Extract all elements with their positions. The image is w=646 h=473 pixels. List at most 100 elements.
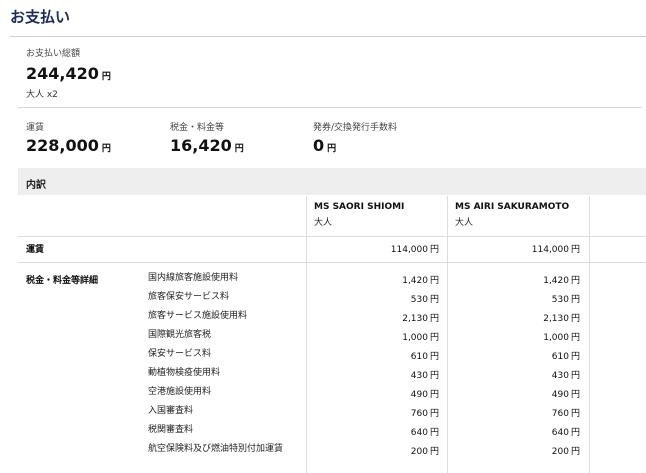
tax-value: 640 [551, 428, 569, 438]
tax-item-name: 空港施設使用料 [148, 387, 212, 397]
tax-item-name: 動植物検疫使用料 [148, 368, 221, 378]
tax-item-passenger-2: 200 円 [552, 444, 580, 457]
currency: 円 [429, 371, 439, 381]
currency: 円 [570, 409, 580, 419]
tax-item-passenger-2: 2,130 円 [543, 311, 580, 324]
tax-details-label: 税金・料金等詳細 [26, 276, 99, 286]
tax-value: 1,000 [543, 333, 569, 343]
currency: 円 [570, 447, 580, 457]
tax-item-passenger-1: 530 円 [411, 292, 439, 305]
column-divider [447, 196, 448, 473]
total-amount-value: 244,420 [26, 64, 99, 83]
tax-item-name: 入国審査料 [148, 406, 194, 416]
tax-value: 490 [551, 390, 569, 400]
tax-value: 200 [410, 447, 428, 457]
currency: 円 [570, 333, 580, 343]
currency: 円 [429, 245, 439, 255]
fare-value: 114,000 [531, 245, 569, 255]
currency: 円 [429, 428, 439, 438]
currency: 円 [429, 447, 439, 457]
tax-summary-value: 16,420 [170, 136, 232, 155]
fare-value: 114,000 [390, 245, 428, 255]
fare-passenger-1: 114,000 円 [391, 242, 439, 255]
fare-passenger-2: 114,000 円 [532, 242, 580, 255]
tax-summary-currency: 円 [234, 144, 244, 154]
tax-summary-label: 税金・料金等 [170, 123, 225, 133]
passenger-2-name: MS AIRI SAKURAMOTO [455, 202, 570, 212]
tax-value: 610 [551, 352, 569, 362]
breakdown-title: 内訳 [26, 180, 46, 191]
tax-item-passenger-1: 640 円 [411, 425, 439, 438]
tax-item-passenger-1: 200 円 [411, 444, 439, 457]
passenger-2-type: 大人 [455, 218, 474, 228]
fare-summary-currency: 円 [101, 144, 111, 154]
tax-value: 490 [410, 390, 428, 400]
tax-value: 1,000 [402, 333, 428, 343]
tax-value: 530 [410, 295, 428, 305]
passenger-1-type: 大人 [314, 218, 333, 228]
tax-item-passenger-1: 610 円 [411, 349, 439, 362]
currency: 円 [429, 352, 439, 362]
fare-summary-label: 運賃 [26, 123, 45, 133]
tax-item-passenger-1: 1,000 円 [402, 330, 439, 343]
tax-summary-amount: 16,420 円 [170, 136, 244, 155]
currency: 円 [570, 245, 580, 255]
currency: 円 [429, 390, 439, 400]
currency: 円 [429, 295, 439, 305]
tax-item-passenger-1: 1,420 円 [402, 273, 439, 286]
tax-value: 430 [551, 371, 569, 381]
tax-item-passenger-1: 760 円 [411, 406, 439, 419]
tax-value: 200 [551, 447, 569, 457]
tax-value: 610 [410, 352, 428, 362]
tax-value: 760 [410, 409, 428, 419]
column-divider [589, 196, 590, 473]
total-currency: 円 [101, 72, 111, 82]
fee-summary-label: 発券/交換発行手数料 [313, 123, 398, 133]
tax-item-passenger-2: 640 円 [552, 425, 580, 438]
row-divider [18, 262, 646, 263]
page-title: お支払い [10, 8, 71, 26]
currency: 円 [570, 428, 580, 438]
total-amount: 244,420 円 [26, 64, 111, 83]
currency: 円 [429, 314, 439, 324]
passenger-1-name: MS SAORI SHIOMI [314, 202, 405, 212]
tax-value: 760 [551, 409, 569, 419]
currency: 円 [429, 276, 439, 286]
currency: 円 [570, 390, 580, 400]
tax-value: 1,420 [402, 276, 428, 286]
tax-value: 530 [551, 295, 569, 305]
tax-item-name: 旅客サービス施設使用料 [148, 311, 248, 321]
tax-item-passenger-2: 1,420 円 [543, 273, 580, 286]
fare-summary-value: 228,000 [26, 136, 99, 155]
currency: 円 [570, 276, 580, 286]
row-divider [18, 236, 646, 237]
tax-value: 1,420 [543, 276, 569, 286]
tax-value: 430 [410, 371, 428, 381]
tax-item-passenger-1: 490 円 [411, 387, 439, 400]
tax-item-name: 旅客保安サービス料 [148, 292, 230, 302]
currency: 円 [570, 295, 580, 305]
tax-item-passenger-2: 760 円 [552, 406, 580, 419]
fee-summary-value: 0 [313, 136, 325, 155]
breakdown-header: 内訳 [18, 168, 646, 195]
tax-item-name: 国内線旅客施設使用料 [148, 273, 239, 283]
divider [10, 36, 646, 37]
currency: 円 [570, 314, 580, 324]
fee-summary-currency: 円 [327, 144, 337, 154]
currency: 円 [570, 352, 580, 362]
passenger-2-header: MS AIRI SAKURAMOTO 大人 [447, 196, 589, 236]
total-label: お支払い総額 [26, 49, 81, 59]
tax-item-name: 国際観光旅客税 [148, 330, 212, 340]
tax-value: 2,130 [543, 314, 569, 324]
divider [18, 107, 642, 108]
tax-item-passenger-1: 430 円 [411, 368, 439, 381]
tax-value: 640 [410, 428, 428, 438]
tax-item-passenger-2: 530 円 [552, 292, 580, 305]
tax-item-passenger-2: 610 円 [552, 349, 580, 362]
fare-summary-amount: 228,000 円 [26, 136, 111, 155]
fare-row-label: 運賃 [26, 245, 45, 255]
tax-item-name: 税関審査料 [148, 425, 194, 435]
tax-item-name: 航空保険料及び燃油特別付加運賃 [148, 444, 284, 454]
passenger-count: 大人 x2 [26, 90, 58, 100]
fee-summary-amount: 0円 [313, 136, 336, 155]
